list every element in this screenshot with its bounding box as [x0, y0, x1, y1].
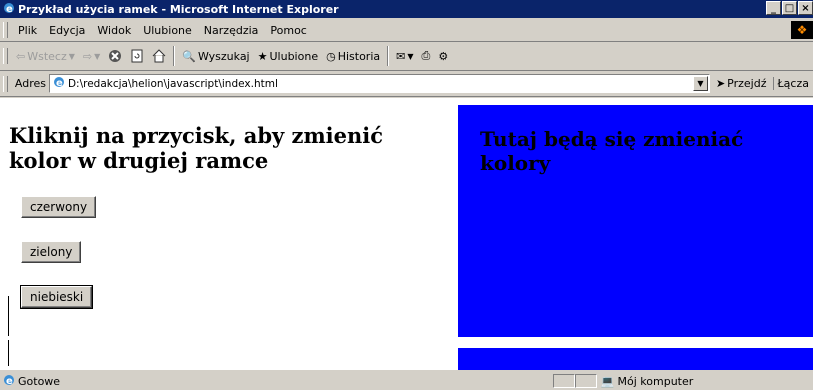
- toolbar-grip[interactable]: [3, 22, 8, 38]
- menu-edit[interactable]: Edycja: [43, 24, 91, 37]
- close-button[interactable]: ×: [798, 1, 813, 15]
- toolbar-separator: [173, 46, 176, 66]
- svg-text:e: e: [6, 376, 13, 386]
- messenger-button[interactable]: ⚙: [434, 45, 452, 67]
- red-button[interactable]: czerwony: [21, 196, 97, 218]
- left-frame: Kliknij na przycisk, aby zmienić kolor w…: [0, 105, 453, 345]
- page-done-icon: e: [3, 374, 15, 389]
- back-arrow-icon: ⇦: [16, 49, 26, 63]
- right-frame: Tutaj będą się zmieniać kolory: [458, 105, 813, 337]
- menu-tools[interactable]: Narzędzia: [198, 24, 265, 37]
- refresh-icon: [131, 49, 143, 63]
- go-button[interactable]: ➤ Przejdź: [710, 77, 773, 90]
- print-button[interactable]: ⎙: [418, 45, 435, 67]
- address-label: Adres: [14, 77, 46, 90]
- home-icon: [152, 49, 166, 63]
- favorites-button[interactable]: ★ Ulubione: [254, 45, 322, 67]
- standard-toolbar: ⇦ Wstecz ▼ ⇨ ▼ 🔍 Wyszukaj ★ Ulubione ◷ H…: [0, 42, 813, 71]
- svg-text:e: e: [56, 78, 63, 88]
- go-label: Przejdź: [727, 77, 767, 90]
- blue-button[interactable]: niebieski: [19, 285, 94, 309]
- menu-bar: Plik Edycja Widok Ulubione Narzędzia Pom…: [0, 19, 813, 42]
- address-value: D:\redakcja\helion\javascript\index.html: [67, 77, 278, 90]
- back-button[interactable]: ⇦ Wstecz ▼: [12, 45, 79, 67]
- menu-favorites[interactable]: Ulubione: [137, 24, 198, 37]
- messenger-icon: ⚙: [438, 49, 449, 63]
- zone-label: Mój komputer: [617, 374, 694, 388]
- status-text: Gotowe: [18, 374, 61, 388]
- status-panel: [553, 374, 575, 388]
- windows-logo-icon: ❖: [791, 21, 813, 39]
- internet-explorer-icon: e: [3, 2, 15, 17]
- toolbar-grip[interactable]: [3, 75, 8, 92]
- go-arrow-icon: ➤: [715, 77, 726, 90]
- toolbar-separator: [387, 46, 390, 66]
- stop-icon: [109, 50, 122, 62]
- status-bar: e Gotowe 💻 Mój komputer: [0, 372, 813, 390]
- forward-arrow-icon: ⇨: [82, 49, 93, 63]
- history-button[interactable]: ◷ Historia: [322, 45, 384, 67]
- history-icon: ◷: [326, 49, 336, 63]
- menu-file[interactable]: Plik: [12, 24, 43, 37]
- status-panel: [575, 374, 597, 388]
- menu-view[interactable]: Widok: [91, 24, 137, 37]
- search-button[interactable]: 🔍 Wyszukaj: [178, 45, 253, 67]
- svg-text:e: e: [6, 4, 13, 14]
- minimize-button[interactable]: _: [766, 1, 781, 15]
- history-label: Historia: [337, 49, 381, 63]
- frame-edge: [8, 340, 9, 366]
- computer-icon: 💻: [600, 374, 615, 388]
- title-bar: e Przykład użycia ramek - Microsoft Inte…: [0, 0, 813, 18]
- chevron-down-icon[interactable]: ▼: [692, 76, 708, 91]
- right-frame-heading: Tutaj będą się zmieniać kolory: [480, 127, 744, 175]
- maximize-button[interactable]: □: [782, 1, 797, 15]
- page-icon: e: [53, 76, 65, 91]
- stop-button[interactable]: [104, 45, 126, 67]
- left-frame-heading: Kliknij na przycisk, aby zmienić kolor w…: [9, 123, 384, 173]
- links-label[interactable]: Łącza: [772, 77, 813, 90]
- frame-edge: [8, 296, 9, 336]
- chevron-down-icon: ▼: [407, 51, 414, 61]
- address-bar: Adres e D:\redakcja\helion\javascript\in…: [0, 71, 813, 97]
- window-title: Przykład użycia ramek - Microsoft Intern…: [18, 2, 339, 16]
- green-button[interactable]: zielony: [21, 241, 82, 263]
- address-input[interactable]: e D:\redakcja\helion\javascript\index.ht…: [48, 74, 710, 93]
- print-icon: ⎙: [421, 49, 431, 62]
- forward-button[interactable]: ⇨ ▼: [79, 45, 104, 67]
- chevron-down-icon: ▼: [68, 51, 75, 61]
- search-label: Wyszukaj: [197, 49, 250, 63]
- favorites-label: Ulubione: [269, 49, 319, 63]
- browser-content: Kliknij na przycisk, aby zmienić kolor w…: [0, 98, 813, 370]
- refresh-button[interactable]: [126, 45, 148, 67]
- mail-button[interactable]: ✉ ▼: [392, 45, 417, 67]
- mail-icon: ✉: [396, 49, 406, 63]
- favorites-icon: ★: [257, 49, 268, 63]
- security-zone: 💻 Mój komputer: [597, 375, 813, 388]
- right-frame-lower: [458, 348, 813, 370]
- chevron-down-icon: ▼: [94, 51, 101, 61]
- back-label: Wstecz: [27, 49, 67, 63]
- menu-help[interactable]: Pomoc: [264, 24, 312, 37]
- toolbar-grip[interactable]: [3, 48, 8, 64]
- status-main-panel: e Gotowe: [0, 374, 553, 389]
- search-icon: 🔍: [182, 49, 196, 63]
- home-button[interactable]: [148, 45, 170, 67]
